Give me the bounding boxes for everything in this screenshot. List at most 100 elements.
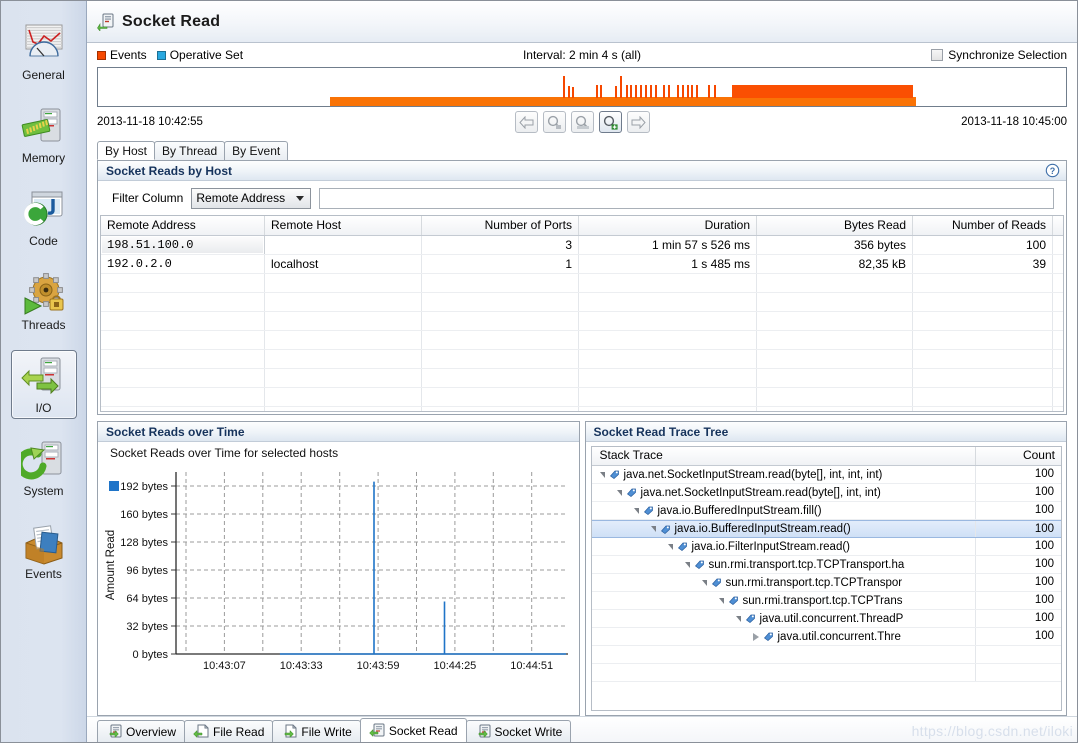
legend-row: Events Operative Set Interval: 2 min 4 s… — [87, 43, 1077, 67]
filter-column-label: Filter Column — [112, 191, 183, 205]
forward-icon — [631, 116, 646, 129]
bottom-tab-file-write[interactable]: File Write — [272, 720, 360, 742]
table-cell-empty — [422, 312, 579, 330]
table-cell: 3 — [422, 236, 579, 254]
table-cell: 100 — [913, 236, 1053, 254]
hosts-column-header-duration[interactable]: Duration — [579, 216, 757, 235]
trace-tree-row[interactable]: sun.rmi.transport.tcp.TCPTransport.ha 10… — [592, 556, 1062, 574]
twisty-expanded-icon[interactable] — [634, 508, 639, 514]
view-tab-by-event[interactable]: By Event — [224, 141, 288, 160]
zoom-in-button[interactable] — [599, 111, 622, 133]
view-tab-by-thread[interactable]: By Thread — [154, 141, 225, 160]
forward-button[interactable] — [627, 111, 650, 133]
hosts-column-header-remote-address[interactable]: Remote Address — [101, 216, 265, 235]
trace-tree-count-empty — [976, 646, 1061, 663]
zoom-out-button[interactable] — [543, 111, 566, 133]
table-cell-empty — [757, 293, 913, 311]
filter-text-input[interactable] — [319, 188, 1054, 209]
hosts-table: Remote AddressRemote HostNumber of Ports… — [100, 215, 1064, 412]
twisty-expanded-icon[interactable] — [651, 526, 656, 532]
hosts-column-header-number-of-ports[interactable]: Number of Ports — [422, 216, 579, 235]
twisty-expanded-icon[interactable] — [600, 472, 605, 478]
twisty-expanded-icon[interactable] — [736, 616, 741, 622]
trace-tree-row[interactable]: java.io.BufferedInputStream.fill() 100 — [592, 502, 1062, 520]
svg-text:0 bytes: 0 bytes — [133, 649, 169, 661]
trace-tree-table: Stack Trace Count java.net.SocketInputSt… — [591, 446, 1063, 711]
table-row[interactable]: 198.51.100.031 min 57 s 526 ms356 bytes1… — [101, 236, 1063, 255]
sidebar-item-memory[interactable]: Memory — [11, 100, 77, 169]
synchronize-selection-checkbox[interactable]: Synchronize Selection — [931, 48, 1067, 62]
sidebar-item-code[interactable]: Code — [11, 183, 77, 252]
top-panel-header: Socket Reads by Host ? — [98, 161, 1066, 181]
trace-tree-label: java.io.BufferedInputStream.read() — [675, 523, 851, 535]
table-cell: 198.51.100.0 — [101, 236, 265, 254]
trace-tree-row[interactable]: sun.rmi.transport.tcp.TCPTrans 100 — [592, 592, 1062, 610]
trace-tree-row[interactable]: java.net.SocketInputStream.read(byte[], … — [592, 484, 1062, 502]
table-cell-empty — [265, 274, 422, 292]
help-question-icon[interactable]: ? — [1045, 163, 1060, 178]
bottom-tab-socket-read[interactable]: Socket Read — [360, 718, 467, 742]
trace-tree-label: sun.rmi.transport.tcp.TCPTransport.ha — [709, 559, 905, 571]
zoom-reset-button[interactable] — [571, 111, 594, 133]
table-row-empty — [101, 388, 1063, 407]
hosts-column-header-number-of-reads[interactable]: Number of Reads — [913, 216, 1053, 235]
events-legend-label: Events — [110, 48, 147, 62]
timeline-event-spike — [563, 76, 565, 98]
chart-canvas[interactable]: 0 bytes32 bytes64 bytes96 bytes128 bytes… — [98, 460, 579, 715]
back-icon — [519, 116, 534, 129]
count-column-header[interactable]: Count — [976, 447, 1061, 465]
table-cell-empty — [101, 312, 265, 330]
hosts-column-header-remote-host[interactable]: Remote Host — [265, 216, 422, 235]
trace-tree-row[interactable]: java.util.concurrent.Thre 100 — [592, 628, 1062, 646]
timeline-event-spike — [714, 85, 716, 98]
sidebar-item-general[interactable]: General — [11, 17, 77, 86]
table-row-empty — [101, 293, 1063, 312]
twisty-expanded-icon[interactable] — [617, 490, 622, 496]
sidebar-item-system[interactable]: System — [11, 433, 77, 502]
back-button[interactable] — [515, 111, 538, 133]
timeline-strip[interactable] — [97, 67, 1067, 107]
filter-column-select[interactable]: Remote Address — [191, 188, 311, 209]
table-cell-empty — [422, 293, 579, 311]
hosts-column-header-bytes-read[interactable]: Bytes Read — [757, 216, 913, 235]
view-tab-bar: By HostBy ThreadBy Event — [87, 139, 1077, 160]
twisty-expanded-icon[interactable] — [668, 544, 673, 550]
timeline-activity-band — [330, 97, 916, 106]
method-icon — [643, 505, 654, 516]
bottom-tab-file-read[interactable]: File Read — [184, 720, 273, 742]
twisty-expanded-icon[interactable] — [719, 598, 724, 604]
table-cell-empty — [579, 407, 757, 412]
trace-tree-label: java.util.concurrent.ThreadP — [760, 613, 904, 625]
checkbox-box[interactable] — [931, 49, 943, 61]
sidebar-item-threads[interactable]: Threads — [11, 267, 77, 336]
synchronize-selection-label: Synchronize Selection — [948, 48, 1067, 62]
trace-tree-row[interactable]: java.net.SocketInputStream.read(byte[], … — [592, 466, 1062, 484]
bottom-split-area: Socket Reads over Time Socket Reads over… — [97, 421, 1067, 716]
timeline-event-spike — [615, 86, 617, 98]
legend-events: Events — [97, 48, 157, 62]
bottom-tab-overview[interactable]: Overview — [97, 720, 185, 742]
method-icon — [626, 487, 637, 498]
table-cell-empty — [265, 369, 422, 387]
trace-tree-row[interactable]: sun.rmi.transport.tcp.TCPTranspor 100 — [592, 574, 1062, 592]
view-tab-by-host[interactable]: By Host — [97, 141, 155, 160]
bottom-tab-socket-write[interactable]: Socket Write — [466, 720, 572, 742]
svg-text:10:44:51: 10:44:51 — [510, 660, 553, 672]
trace-tree-row[interactable]: java.util.concurrent.ThreadP 100 — [592, 610, 1062, 628]
sidebar-item-events[interactable]: Events — [11, 516, 77, 585]
stack-trace-column-header[interactable]: Stack Trace — [592, 447, 977, 465]
trace-tree-row[interactable]: java.io.BufferedInputStream.read() 100 — [592, 520, 1062, 538]
table-row[interactable]: 192.0.2.0localhost11 s 485 ms82,35 kB39 — [101, 255, 1063, 274]
twisty-expanded-icon[interactable] — [685, 562, 690, 568]
timeline-event-spike — [626, 85, 628, 98]
twisty-expanded-icon[interactable] — [702, 580, 707, 586]
table-cell-empty — [913, 331, 1053, 349]
file-write-icon — [281, 724, 297, 739]
timeline-event-spike — [687, 85, 689, 98]
trace-tree-row[interactable]: java.io.FilterInputStream.read() 100 — [592, 538, 1062, 556]
table-cell-empty — [101, 274, 265, 292]
twisty-collapsed-icon[interactable] — [753, 633, 759, 641]
sidebar-item-i-o[interactable]: I/O — [11, 350, 77, 419]
svg-text:10:43:07: 10:43:07 — [203, 660, 246, 672]
table-cell-empty — [265, 331, 422, 349]
